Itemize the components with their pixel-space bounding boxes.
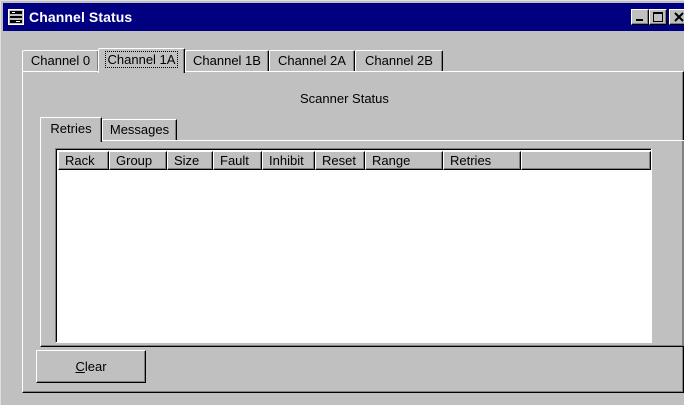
retries-panel: Rack Group Size Fault Inhibit Reset Rang… xyxy=(40,140,684,347)
tab-retries[interactable]: Retries xyxy=(40,117,102,142)
tab-channel-2a[interactable]: Channel 2A xyxy=(269,50,355,71)
tab-label: Channel 1A xyxy=(104,51,179,68)
close-icon[interactable] xyxy=(669,9,684,25)
tab-label: Channel 0 xyxy=(30,53,91,68)
tab-channel-0[interactable]: Channel 0 xyxy=(22,50,99,71)
column-header-reset[interactable]: Reset xyxy=(315,151,365,170)
clear-button[interactable]: Clear xyxy=(36,350,146,383)
maximize-icon[interactable] xyxy=(649,9,667,25)
tab-label: Messages xyxy=(109,122,170,137)
column-header-rack[interactable]: Rack xyxy=(58,151,109,170)
column-header-size[interactable]: Size xyxy=(167,151,213,170)
column-header-blank xyxy=(521,151,651,170)
tab-channel-2b[interactable]: Channel 2B xyxy=(355,50,443,71)
list-header: Rack Group Size Fault Inhibit Reset Rang… xyxy=(58,151,651,170)
channel-status-icon xyxy=(8,9,24,25)
channel-status-window: Channel Status Channel 0 Channel 1A Chan… xyxy=(0,0,684,405)
column-header-fault[interactable]: Fault xyxy=(213,151,262,170)
title-bar[interactable]: Channel Status xyxy=(3,3,684,31)
tab-messages[interactable]: Messages xyxy=(102,119,177,140)
column-header-group[interactable]: Group xyxy=(109,151,167,170)
tab-label: Channel 2A xyxy=(278,53,346,68)
column-header-range[interactable]: Range xyxy=(365,151,443,170)
tab-label: Channel 1B xyxy=(193,53,261,68)
channel-panel: Scanner Status Retries Messages Rack Gro… xyxy=(22,71,684,393)
column-header-retries[interactable]: Retries xyxy=(443,151,521,170)
column-header-inhibit[interactable]: Inhibit xyxy=(262,151,315,170)
tab-channel-1b[interactable]: Channel 1B xyxy=(185,50,269,71)
clear-label: lear xyxy=(84,359,107,374)
minimize-icon[interactable] xyxy=(631,9,649,25)
tab-label: Channel 2B xyxy=(365,53,433,68)
tab-label: Retries xyxy=(50,121,92,136)
clear-mnemonic: C xyxy=(75,359,85,374)
retries-list[interactable]: Rack Group Size Fault Inhibit Reset Rang… xyxy=(55,148,652,343)
window-title: Channel Status xyxy=(29,9,133,25)
tab-channel-1a[interactable]: Channel 1A xyxy=(98,48,185,73)
scanner-status-heading: Scanner Status xyxy=(300,91,389,106)
